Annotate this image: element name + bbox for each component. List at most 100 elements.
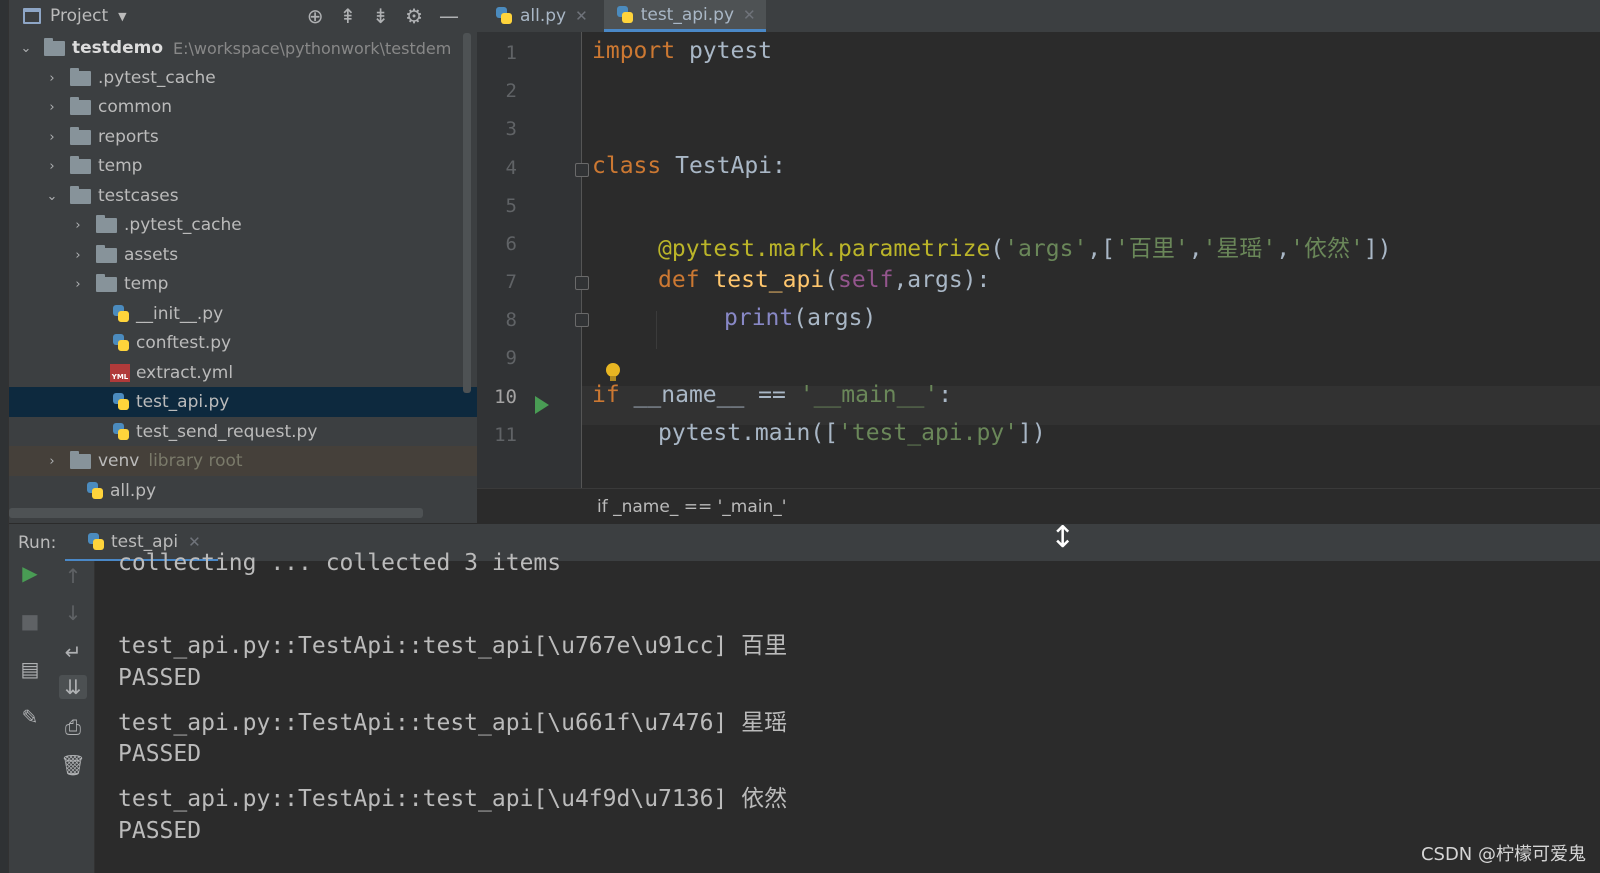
left-tool-strip	[0, 0, 9, 873]
code-token: ,	[1188, 236, 1203, 262]
tab-label: test_api.py	[640, 4, 735, 25]
tree-item-testcases[interactable]: ⌄ testcases	[9, 181, 477, 211]
code-token: '依然'	[1290, 236, 1364, 262]
tree-item-assets[interactable]: › assets	[9, 240, 477, 270]
chevron-down-icon[interactable]: ⌄	[20, 41, 32, 56]
run-toolbar-primary: ▶ ■ ▤ ✎	[9, 561, 51, 873]
code-token: (	[824, 267, 839, 293]
fold-marker-icon[interactable]	[575, 313, 589, 327]
soft-wrap-icon[interactable]: ↵	[59, 640, 87, 664]
gear-icon[interactable]: ⚙	[405, 4, 423, 28]
close-icon[interactable]: ✕	[575, 7, 588, 25]
code-token: __name__ ==	[619, 382, 800, 408]
close-icon[interactable]: ✕	[743, 6, 756, 24]
code-token: ])	[1018, 420, 1046, 446]
code-token: ])	[1363, 236, 1392, 262]
tree-item-pytest-cache[interactable]: › .pytest_cache	[9, 63, 477, 93]
project-vertical-scrollbar[interactable]	[463, 33, 471, 393]
python-file-icon	[112, 305, 130, 323]
python-file-icon	[616, 5, 634, 24]
breadcrumb-item[interactable]: if _name_ == '_main_'	[597, 497, 786, 517]
folder-icon	[96, 244, 117, 263]
indent-guide	[656, 311, 657, 349]
python-file-icon	[112, 423, 130, 441]
chevron-right-icon[interactable]: ›	[46, 159, 58, 174]
tree-item-label: .pytest_cache	[124, 215, 242, 235]
code-token: TestApi:	[661, 153, 786, 179]
tree-item-extract-yml[interactable]: YML extract.yml	[9, 358, 477, 388]
code-token: self	[838, 267, 894, 293]
project-horizontal-scrollbar[interactable]	[9, 508, 423, 518]
tree-item-label: temp	[98, 156, 143, 176]
hide-panel-icon[interactable]: —	[439, 4, 459, 28]
tab-all-py[interactable]: all.py ✕	[483, 0, 598, 32]
code-token: (	[990, 236, 1005, 262]
code-token: if	[592, 382, 620, 408]
collapse-all-icon[interactable]: ⇟	[372, 4, 389, 28]
chevron-down-icon[interactable]: ⌄	[46, 189, 58, 204]
run-label: Run:	[18, 532, 57, 553]
chevron-right-icon[interactable]: ›	[46, 71, 58, 86]
lightbulb-icon[interactable]	[606, 363, 620, 381]
close-icon[interactable]: ✕	[188, 533, 201, 551]
tree-item-venv[interactable]: › venv library root	[9, 446, 477, 476]
pin-icon[interactable]: ✎	[16, 705, 44, 729]
chevron-right-icon[interactable]: ›	[46, 130, 58, 145]
code-line-6: @pytest.mark.parametrize('args',['百里','星…	[658, 229, 1392, 263]
tree-item-test-send-request-py[interactable]: test_send_request.py	[9, 417, 477, 447]
console-line: PASSED	[118, 665, 202, 691]
tree-item-label: testcases	[98, 186, 179, 206]
project-panel-title[interactable]: Project	[50, 6, 108, 26]
chevron-right-icon[interactable]: ›	[46, 100, 58, 115]
chevron-right-icon[interactable]: ›	[72, 277, 84, 292]
expand-all-icon[interactable]: ⇞	[340, 4, 357, 28]
tree-item-testdemo[interactable]: ⌄ testdemo E:\workspace\pythonwork\testd…	[9, 33, 477, 63]
layout-icon[interactable]: ▤	[16, 657, 44, 681]
tree-item-label: reports	[98, 127, 159, 147]
tree-item-test-api-py[interactable]: test_api.py	[9, 387, 477, 417]
arrow-up-icon[interactable]: ↑	[59, 564, 87, 588]
tree-item-label: .pytest_cache	[98, 68, 216, 88]
rerun-icon[interactable]: ▶	[16, 561, 44, 585]
tree-item-reports[interactable]: › reports	[9, 122, 477, 152]
run-gutter-icon[interactable]	[535, 396, 549, 414]
run-tab-label: test_api	[111, 531, 179, 552]
watermark: CSDN @柠檬可爱鬼	[1420, 844, 1586, 865]
print-icon[interactable]: ⎙	[59, 715, 87, 739]
chevron-right-icon[interactable]: ›	[72, 248, 84, 263]
chevron-down-icon[interactable]: ▼	[118, 10, 126, 23]
tree-item-label: extract.yml	[136, 363, 234, 383]
folder-icon	[70, 96, 91, 115]
tree-item-testcases-pytest-cache[interactable]: › .pytest_cache	[9, 210, 477, 240]
python-file-icon	[87, 532, 105, 551]
code-token: (args)	[793, 305, 877, 331]
console-line: collecting ... collected 3 items	[118, 550, 562, 576]
chevron-right-icon[interactable]: ›	[46, 454, 58, 469]
code-token: class	[592, 153, 662, 179]
project-window-icon	[23, 8, 41, 24]
code-token: pytest.main([	[658, 420, 839, 446]
python-file-icon	[86, 482, 104, 500]
scroll-to-end-icon[interactable]: ⇊	[59, 675, 87, 699]
console-line: test_api.py::TestApi::test_api[\u767e\u9…	[118, 633, 788, 659]
tree-item-testcases-temp[interactable]: › temp	[9, 269, 477, 299]
tree-item-all-py[interactable]: all.py	[9, 476, 477, 506]
arrow-down-icon[interactable]: ↓	[59, 601, 87, 625]
stop-icon[interactable]: ■	[16, 609, 44, 633]
fold-marker-icon[interactable]	[575, 163, 589, 177]
chevron-right-icon[interactable]: ›	[72, 218, 84, 233]
tree-item-label: test_send_request.py	[136, 422, 318, 442]
trash-icon[interactable]: 🗑	[59, 753, 87, 777]
line-number: 4	[505, 157, 517, 179]
fold-marker-icon[interactable]	[575, 276, 589, 290]
tree-item-common[interactable]: › common	[9, 92, 477, 122]
tab-test-api-py[interactable]: test_api.py ✕	[603, 0, 766, 32]
tree-item-init-py[interactable]: __init__.py	[9, 299, 477, 329]
tree-item-temp[interactable]: › temp	[9, 151, 477, 181]
tree-item-conftest-py[interactable]: conftest.py	[9, 328, 477, 358]
locate-file-icon[interactable]: ⊕	[307, 4, 324, 28]
line-number: 7	[505, 271, 517, 293]
folder-icon	[96, 273, 117, 292]
resize-cursor-icon	[1050, 520, 1075, 557]
editor-breadcrumb[interactable]: if _name_ == '_main_'	[477, 488, 1600, 523]
